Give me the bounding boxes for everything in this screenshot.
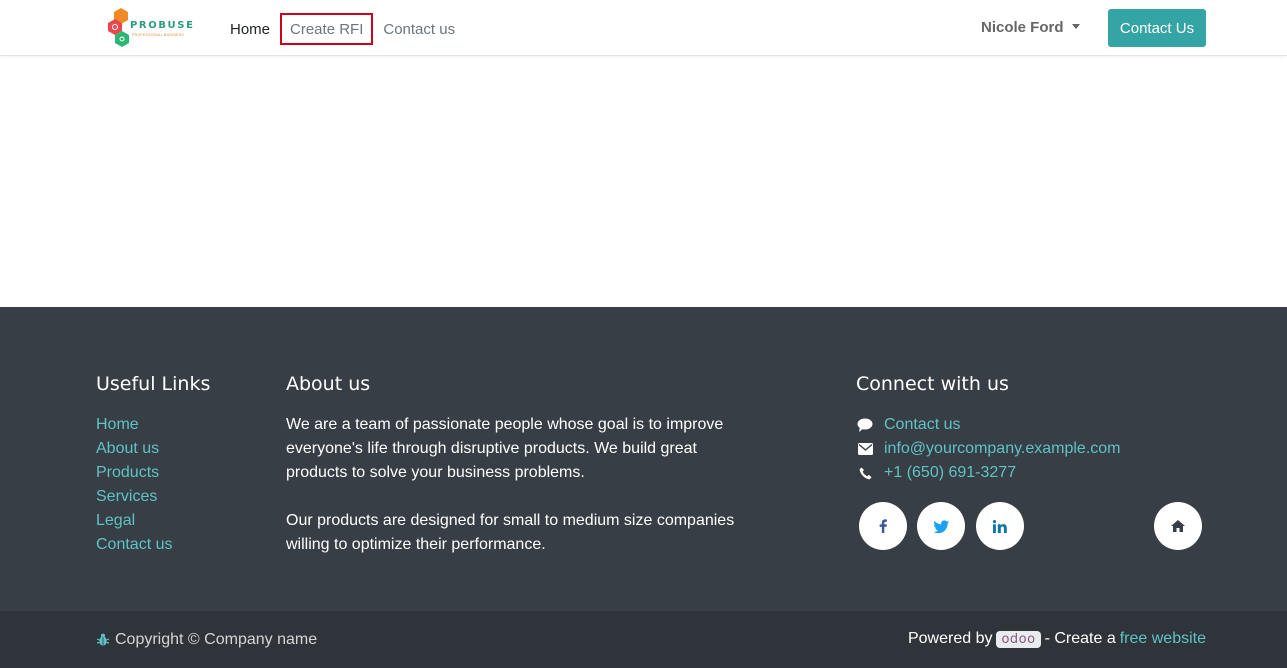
list-item: Products — [96, 461, 172, 485]
facebook-icon — [879, 519, 887, 533]
list-item: Contact us — [96, 533, 172, 557]
footer-link-contact-us[interactable]: Contact us — [96, 536, 172, 553]
main-nav: Home Create RFI Contact us — [220, 12, 465, 46]
contact-us-button[interactable]: Contact Us — [1108, 9, 1206, 47]
envelope-icon — [856, 441, 874, 457]
facebook-button[interactable] — [859, 502, 907, 550]
footer-link-about-us[interactable]: About us — [96, 440, 159, 457]
home-icon — [1171, 520, 1185, 532]
list-item: info@yourcompany.example.com — [856, 437, 1121, 461]
list-item: Services — [96, 485, 172, 509]
bug-icon — [96, 633, 110, 646]
nav-contact-us[interactable]: Contact us — [373, 13, 465, 45]
logo-tagline: PROFESSIONAL BUSINESS — [132, 33, 185, 37]
about-paragraph-1: We are a team of passionate people whose… — [286, 416, 724, 481]
connect-contact-us-link[interactable]: Contact us — [884, 416, 960, 434]
powered-by-text: Powered by — [907, 630, 993, 647]
useful-links-list: Home About us Products Services Legal Co… — [96, 413, 172, 557]
connect-list: Contact us info@yourcompany.example.com … — [856, 413, 1121, 485]
nav-create-rfi[interactable]: Create RFI — [280, 13, 374, 45]
site-footer: Useful Links Home About us Products Serv… — [0, 307, 1287, 611]
copyright-bar: Copyright © Company name Powered by odoo… — [0, 611, 1287, 668]
list-item: Legal — [96, 509, 172, 533]
free-website-link[interactable]: free website — [1120, 630, 1206, 648]
useful-links-title: Useful Links — [96, 373, 211, 395]
linkedin-icon — [993, 519, 1007, 533]
list-item: +1 (650) 691-3277 — [856, 461, 1121, 485]
footer-link-legal[interactable]: Legal — [96, 512, 135, 529]
linkedin-button[interactable] — [976, 502, 1024, 550]
logo-text: PROBUSE — [130, 20, 195, 31]
caret-down-icon — [1071, 24, 1080, 29]
list-item: Contact us — [856, 413, 1121, 437]
twitter-icon — [933, 519, 949, 533]
footer-link-home[interactable]: Home — [96, 416, 139, 433]
list-item: About us — [96, 437, 172, 461]
site-header: PROBUSE PROFESSIONAL BUSINESS Home Creat… — [0, 0, 1287, 56]
footer-link-products[interactable]: Products — [96, 464, 159, 481]
connect-title: Connect with us — [856, 373, 1009, 395]
company-logo[interactable]: PROBUSE PROFESSIONAL BUSINESS — [108, 7, 193, 49]
copyright-text: Copyright © Company name — [115, 631, 318, 648]
twitter-button[interactable] — [917, 502, 965, 550]
about-paragraph-2: Our products are designed for small to m… — [286, 512, 735, 553]
copyright-notice: Copyright © Company name — [96, 631, 317, 649]
about-us-title: About us — [286, 373, 371, 395]
odoo-logo[interactable]: odoo — [996, 630, 1041, 648]
user-menu-toggle[interactable]: Nicole Ford — [981, 19, 1080, 36]
nav-home[interactable]: Home — [220, 13, 280, 45]
phone-link[interactable]: +1 (650) 691-3277 — [884, 464, 1016, 482]
phone-icon — [856, 465, 874, 481]
footer-link-services[interactable]: Services — [96, 488, 157, 505]
powered-by: Powered by odoo - Create a free website — [908, 630, 1206, 648]
home-button[interactable] — [1154, 502, 1202, 550]
email-link[interactable]: info@yourcompany.example.com — [884, 440, 1121, 458]
list-item: Home — [96, 413, 172, 437]
comment-icon — [856, 417, 874, 433]
create-a-text: - Create a — [1044, 630, 1116, 647]
user-name: Nicole Ford — [981, 19, 1064, 36]
about-us-text: We are a team of passionate people whose… — [286, 413, 736, 557]
